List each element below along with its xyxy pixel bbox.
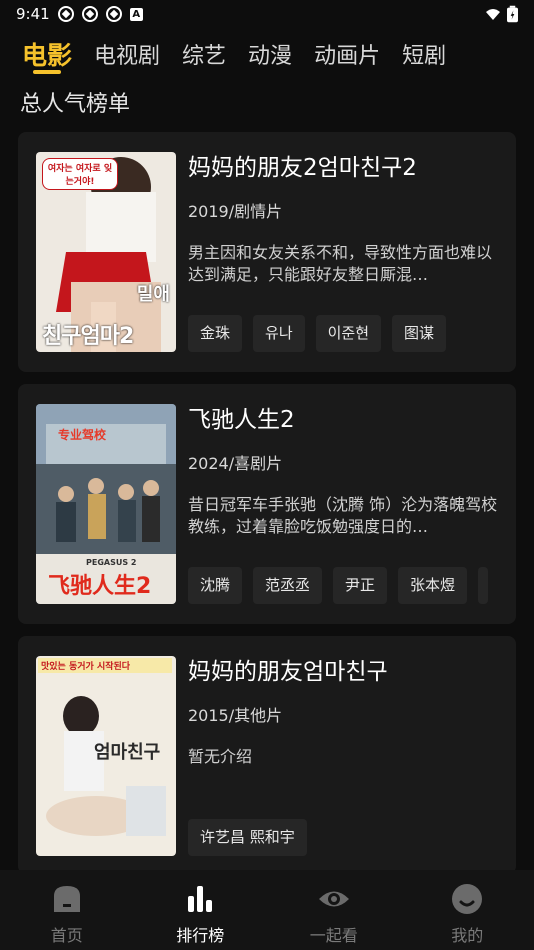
poster-tagline: 여자는 여자로 잊는거야! — [42, 158, 118, 190]
nav-ranking[interactable]: 排行榜 — [134, 870, 268, 950]
home-icon — [53, 886, 80, 912]
tab-anime[interactable]: 动漫 — [248, 36, 292, 78]
status-time: 9:41 — [16, 5, 50, 23]
cast-chip[interactable]: 许艺昌 熙和宇 — [188, 819, 307, 856]
status-right — [485, 5, 518, 23]
notification-app-icon — [81, 6, 98, 22]
cast-list: 沈腾 范丞丞 尹正 张本煜 — [188, 567, 516, 604]
wifi-icon — [486, 9, 500, 20]
movie-title[interactable]: 妈妈的朋友엄마친구 — [188, 656, 498, 688]
nav-label: 我的 — [451, 926, 484, 945]
poster-sign: 专业驾校 — [58, 428, 107, 442]
movie-poster[interactable]: 맛있는 동거가 시작된다 엄마친구 — [36, 656, 176, 856]
bottom-nav: 首页 排行榜 一起看 我的 — [0, 870, 534, 950]
cast-chip[interactable]: 范丞丞 — [253, 567, 323, 604]
cast-chip[interactable]: 尹正 — [333, 567, 388, 604]
cast-chip[interactable]: 图谋 — [392, 315, 447, 352]
cast-list: 许艺昌 熙和宇 — [188, 819, 516, 856]
cast-chip-overflow[interactable] — [478, 567, 489, 604]
movie-description: 昔日冠军车手张驰（沈腾 饰）沦为落魄驾校教练，过着靠脸吃饭勉强度日的… — [188, 495, 498, 536]
notification-app-icon — [57, 6, 74, 22]
movie-description: 男主因和女友关系不和，导致性方面也难以达到满足，只能跟好友整日厮混… — [188, 243, 493, 284]
movie-info: 妈妈的朋友2엄마친구2 2019/剧情片 男主因和女友关系不和，导致性方面也难以… — [188, 152, 498, 352]
a-icon: A — [129, 7, 143, 21]
cast-list: 金珠 유나 이준현 图谋 — [188, 315, 516, 352]
eye-icon — [318, 891, 349, 907]
poster-tagline: 맛있는 동거가 시작된다 — [38, 658, 172, 673]
movie-poster[interactable]: 专业驾校 PEGASUS 2 飞驰人生2 — [36, 404, 176, 604]
movie-year-genre: 2019/剧情片 — [188, 202, 283, 221]
ranking-list: 여자는 여자로 잊는거야! 밀애 친구엄마2 妈妈的朋友2엄마친구2 2019/… — [18, 132, 516, 874]
movie-year-genre: 2015/其他片 — [188, 706, 283, 725]
section-title: 总人气榜单 — [20, 92, 131, 117]
movie-info: 飞驰人生2 2024/喜剧片 昔日冠军车手张驰（沈腾 饰）沦为落魄驾校教练，过着… — [188, 404, 498, 604]
poster-title: 친구엄마2 — [42, 324, 134, 349]
status-left: 9:41 A — [16, 5, 143, 23]
cast-chip[interactable]: 유나 — [253, 315, 305, 352]
profile-icon — [452, 884, 483, 914]
nav-label: 排行榜 — [176, 926, 225, 945]
poster-title: 엄마친구 — [94, 742, 161, 763]
nav-label: 首页 — [50, 926, 83, 945]
ranking-icon — [188, 886, 213, 912]
cast-chip[interactable]: 沈腾 — [188, 567, 243, 604]
notification-app-icon — [105, 6, 122, 22]
category-tabs: 电影 电视剧 综艺 动漫 动画片 短剧 — [0, 36, 534, 82]
cast-chip[interactable]: 이준현 — [315, 315, 382, 352]
movie-card[interactable]: 맛있는 동거가 시작된다 엄마친구 妈妈的朋友엄마친구 2015/其他片 暂无介… — [18, 636, 516, 874]
status-bar: 9:41 A — [0, 0, 534, 28]
movie-card[interactable]: 专业驾校 PEGASUS 2 飞驰人生2 飞驰人生2 2024/喜剧片 昔日冠军… — [18, 384, 516, 624]
movie-title[interactable]: 妈妈的朋友2엄마친구2 — [188, 152, 498, 184]
movie-title[interactable]: 飞驰人生2 — [188, 404, 498, 436]
battery-icon — [507, 5, 518, 23]
movie-description: 暂无介绍 — [188, 747, 253, 766]
cast-chip[interactable]: 张本煜 — [398, 567, 468, 604]
nav-label: 一起看 — [309, 926, 358, 945]
tab-cartoon[interactable]: 动画片 — [314, 36, 380, 78]
movie-year-genre: 2024/喜剧片 — [188, 454, 283, 473]
poster-subtitle: 밀애 — [136, 284, 170, 305]
cast-chip[interactable]: 金珠 — [188, 315, 243, 352]
movie-info: 妈妈的朋友엄마친구 2015/其他片 暂无介绍 许艺昌 熙和宇 — [188, 656, 498, 856]
poster-title: 飞驰人生2 — [48, 574, 152, 599]
nav-profile[interactable]: 我的 — [401, 870, 534, 950]
tab-tv-series[interactable]: 电视剧 — [94, 36, 160, 78]
movie-card[interactable]: 여자는 여자로 잊는거야! 밀애 친구엄마2 妈妈的朋友2엄마친구2 2019/… — [18, 132, 516, 372]
poster-subtitle: PEGASUS 2 — [86, 558, 137, 567]
tab-movie[interactable]: 电影 — [22, 36, 72, 76]
tab-short-drama[interactable]: 短剧 — [402, 36, 446, 78]
movie-poster[interactable]: 여자는 여자로 잊는거야! 밀애 친구엄마2 — [36, 152, 176, 352]
tab-variety[interactable]: 综艺 — [182, 36, 226, 78]
nav-home[interactable]: 首页 — [0, 870, 134, 950]
nav-watch-together[interactable]: 一起看 — [267, 870, 401, 950]
